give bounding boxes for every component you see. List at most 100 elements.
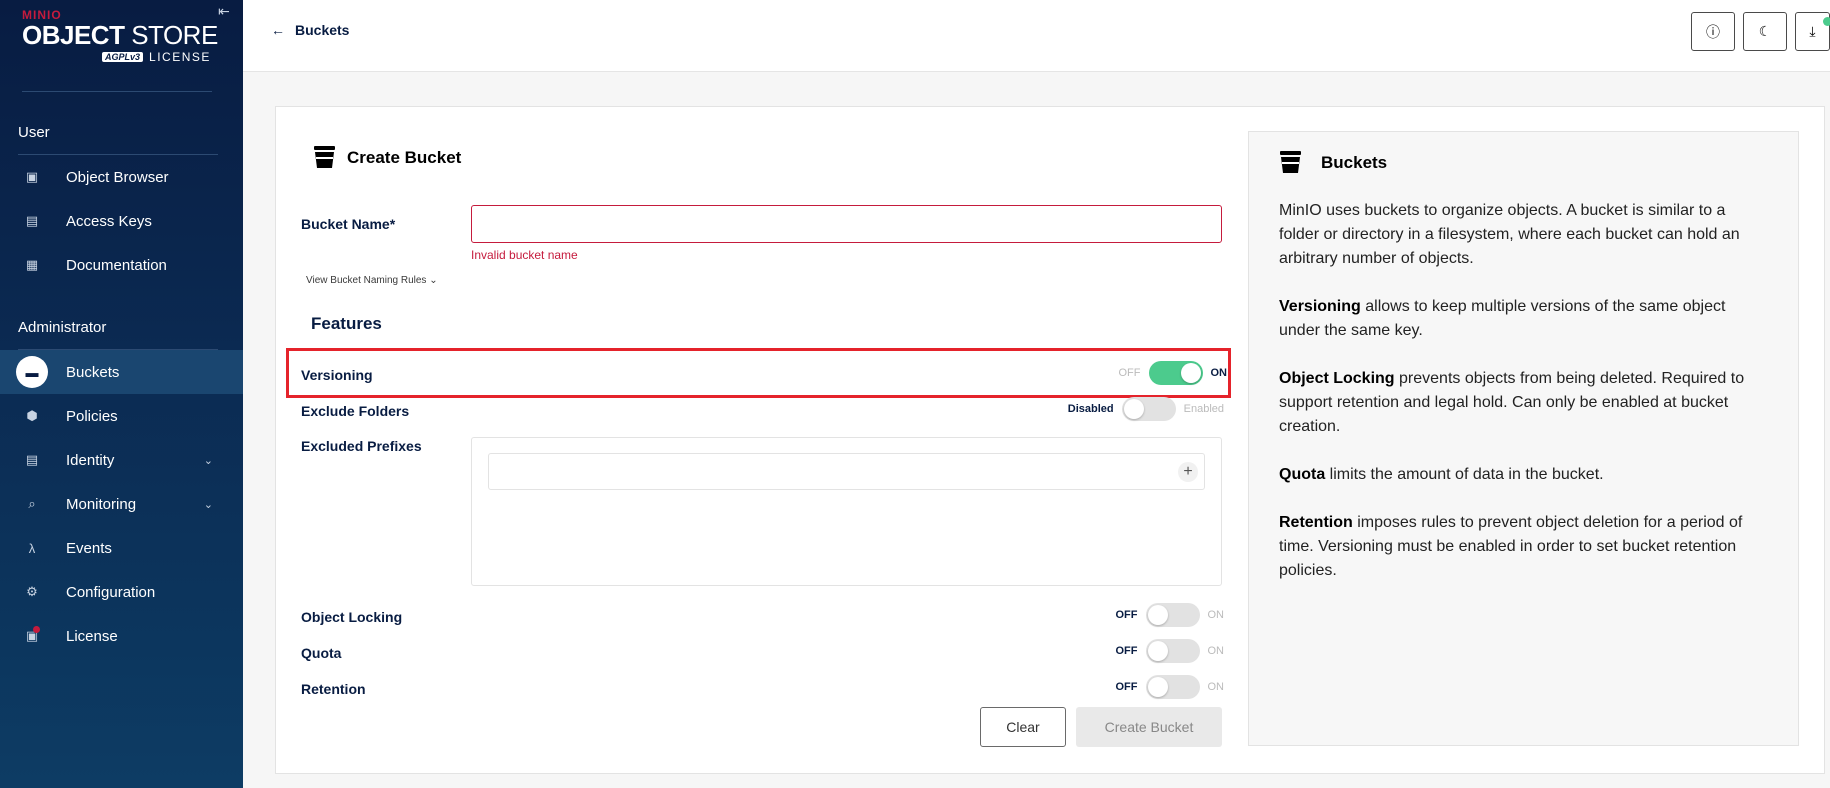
help-retention: Retention imposes rules to prevent objec…: [1279, 511, 1769, 583]
brand-divider: [22, 91, 212, 92]
help-intro: MinIO uses buckets to organize objects. …: [1279, 202, 1740, 267]
switch-off-label: OFF: [1115, 645, 1138, 657]
excluded-prefixes-label: Excluded Prefixes: [301, 438, 422, 454]
help-quota: Quota limits the amount of data in the b…: [1279, 463, 1769, 487]
chevron-down-icon: ⌄: [203, 498, 213, 511]
lambda-icon: λ: [28, 540, 36, 556]
form-title-text: Create Bucket: [347, 147, 462, 167]
sidebar: MINIO OBJECT STORE AGPLv3 LICENSE ⇤ User…: [0, 0, 243, 788]
access-keys-icon: ▤: [25, 213, 39, 228]
status-dot: [1823, 17, 1830, 26]
chevron-down-icon: ⌄: [203, 454, 213, 467]
store-light: STORE: [131, 20, 218, 50]
excluded-prefixes-box: +: [471, 437, 1222, 586]
bucket-icon: [314, 146, 335, 168]
back-to-buckets-link[interactable]: ← Buckets: [271, 22, 349, 38]
sidebar-item-buckets[interactable]: ▬ Buckets: [0, 350, 243, 394]
toggle-knob: [1147, 641, 1168, 661]
form-title: Create Bucket: [312, 145, 461, 170]
monitoring-icon: ⌕: [28, 496, 36, 511]
quota-label: Quota: [301, 645, 342, 661]
toggle-knob: [1147, 677, 1168, 697]
object-store-text: OBJECT STORE: [22, 21, 222, 49]
features-title: Features: [311, 314, 382, 333]
sidebar-item-monitoring[interactable]: ⌕ Monitoring ⌄: [0, 482, 243, 526]
help-body: MinIO uses buckets to organize objects. …: [1279, 199, 1769, 607]
notification-dot: [33, 626, 40, 633]
switch-on-label: ON: [1207, 645, 1225, 657]
help-term: Versioning: [1279, 298, 1361, 315]
section-title-administrator: Administrator: [18, 319, 107, 336]
dark-mode-icon: ☾: [1758, 23, 1772, 39]
exclude-folders-toggle[interactable]: [1121, 397, 1176, 421]
sidebar-item-policies[interactable]: ⬢ Policies: [0, 394, 243, 438]
help-term: Quota: [1279, 466, 1326, 483]
collapse-sidebar-icon[interactable]: ⇤: [218, 3, 230, 20]
switch-on-label: Enabled: [1183, 403, 1224, 415]
retention-toggle[interactable]: [1145, 675, 1200, 699]
create-bucket-panel: Create Bucket Bucket Name* Invalid bucke…: [275, 106, 1825, 774]
object-locking-label: Object Locking: [301, 609, 403, 625]
brand-logo: MINIO OBJECT STORE AGPLv3 LICENSE: [22, 8, 222, 64]
sidebar-item-label: Monitoring: [66, 495, 137, 513]
license-tag: AGPLv3 LICENSE: [102, 50, 211, 64]
back-label: Buckets: [295, 22, 350, 38]
sidebar-item-label: Identity: [66, 451, 115, 469]
help-term: Retention: [1279, 514, 1353, 531]
dark-mode-button[interactable]: ☾: [1743, 12, 1787, 51]
help-box: Buckets MinIO uses buckets to organize o…: [1248, 131, 1799, 746]
naming-rules-text: View Bucket Naming Rules: [306, 275, 427, 286]
retention-label: Retention: [301, 681, 366, 697]
switch-off-label: Disabled: [1067, 403, 1114, 415]
help-locking: Object Locking prevents objects from bei…: [1279, 367, 1769, 439]
sidebar-item-label: Policies: [66, 407, 118, 425]
clear-button[interactable]: Clear: [980, 707, 1066, 747]
bucket-name-input[interactable]: [471, 205, 1222, 243]
versioning-switch-row: OFF ON: [1119, 361, 1227, 385]
versioning-highlight-box: [286, 348, 1231, 398]
retention-switch-row: OFF ON: [1115, 675, 1225, 699]
help-term: Object Locking: [1279, 370, 1395, 387]
help-icon: ⓘ: [1706, 23, 1720, 40]
add-prefix-button[interactable]: +: [1178, 462, 1198, 482]
help-title-text: Buckets: [1321, 152, 1388, 172]
license-icon: ▣: [25, 628, 39, 643]
download-button[interactable]: ⤓: [1795, 12, 1830, 51]
object-browser-icon: ▣: [25, 169, 39, 184]
excluded-prefix-input[interactable]: +: [488, 453, 1205, 490]
versioning-toggle[interactable]: [1148, 361, 1203, 385]
sidebar-item-label: Object Browser: [66, 168, 169, 186]
sidebar-item-license[interactable]: ▣ License: [0, 614, 243, 658]
quota-switch-row: OFF ON: [1115, 639, 1225, 663]
help-text: limits the amount of data in the bucket.: [1325, 466, 1604, 483]
plus-icon: +: [1183, 463, 1193, 480]
download-icon: ⤓: [1809, 23, 1816, 39]
bucket-name-error: Invalid bucket name: [471, 248, 578, 262]
gear-icon: ⚙: [26, 584, 38, 599]
arrow-left-icon: ←: [271, 22, 285, 38]
sidebar-item-documentation[interactable]: ▦ Documentation: [0, 243, 243, 287]
sidebar-item-access-keys[interactable]: ▤ Access Keys: [0, 199, 243, 243]
sidebar-item-label: Events: [66, 539, 112, 557]
switch-off-label: OFF: [1115, 681, 1138, 693]
sidebar-item-object-browser[interactable]: ▣ Object Browser: [0, 155, 243, 199]
naming-rules-link[interactable]: View Bucket Naming Rules ⌄: [306, 275, 438, 286]
sidebar-item-label: License: [66, 627, 118, 645]
sidebar-item-configuration[interactable]: ⚙ Configuration: [0, 570, 243, 614]
chevron-down-icon: ⌄: [429, 275, 438, 286]
sidebar-item-label: Buckets: [66, 363, 120, 381]
object-locking-toggle[interactable]: [1145, 603, 1200, 627]
bucket-icon: [1280, 151, 1301, 173]
switch-on-label: ON: [1207, 681, 1225, 693]
documentation-icon: ▦: [25, 257, 39, 272]
exclude-folders-switch-row: Disabled Enabled: [1068, 397, 1224, 421]
sidebar-item-label: Documentation: [66, 256, 167, 274]
create-bucket-button[interactable]: Create Bucket: [1076, 707, 1222, 747]
sidebar-item-events[interactable]: λ Events: [0, 526, 243, 570]
toggle-knob: [1147, 605, 1168, 625]
quota-toggle[interactable]: [1145, 639, 1200, 663]
bucket-name-label: Bucket Name*: [301, 216, 396, 232]
sidebar-item-identity[interactable]: ▤ Identity ⌄: [0, 438, 243, 482]
toggle-knob: [1180, 363, 1201, 383]
help-button[interactable]: ⓘ: [1691, 12, 1735, 51]
